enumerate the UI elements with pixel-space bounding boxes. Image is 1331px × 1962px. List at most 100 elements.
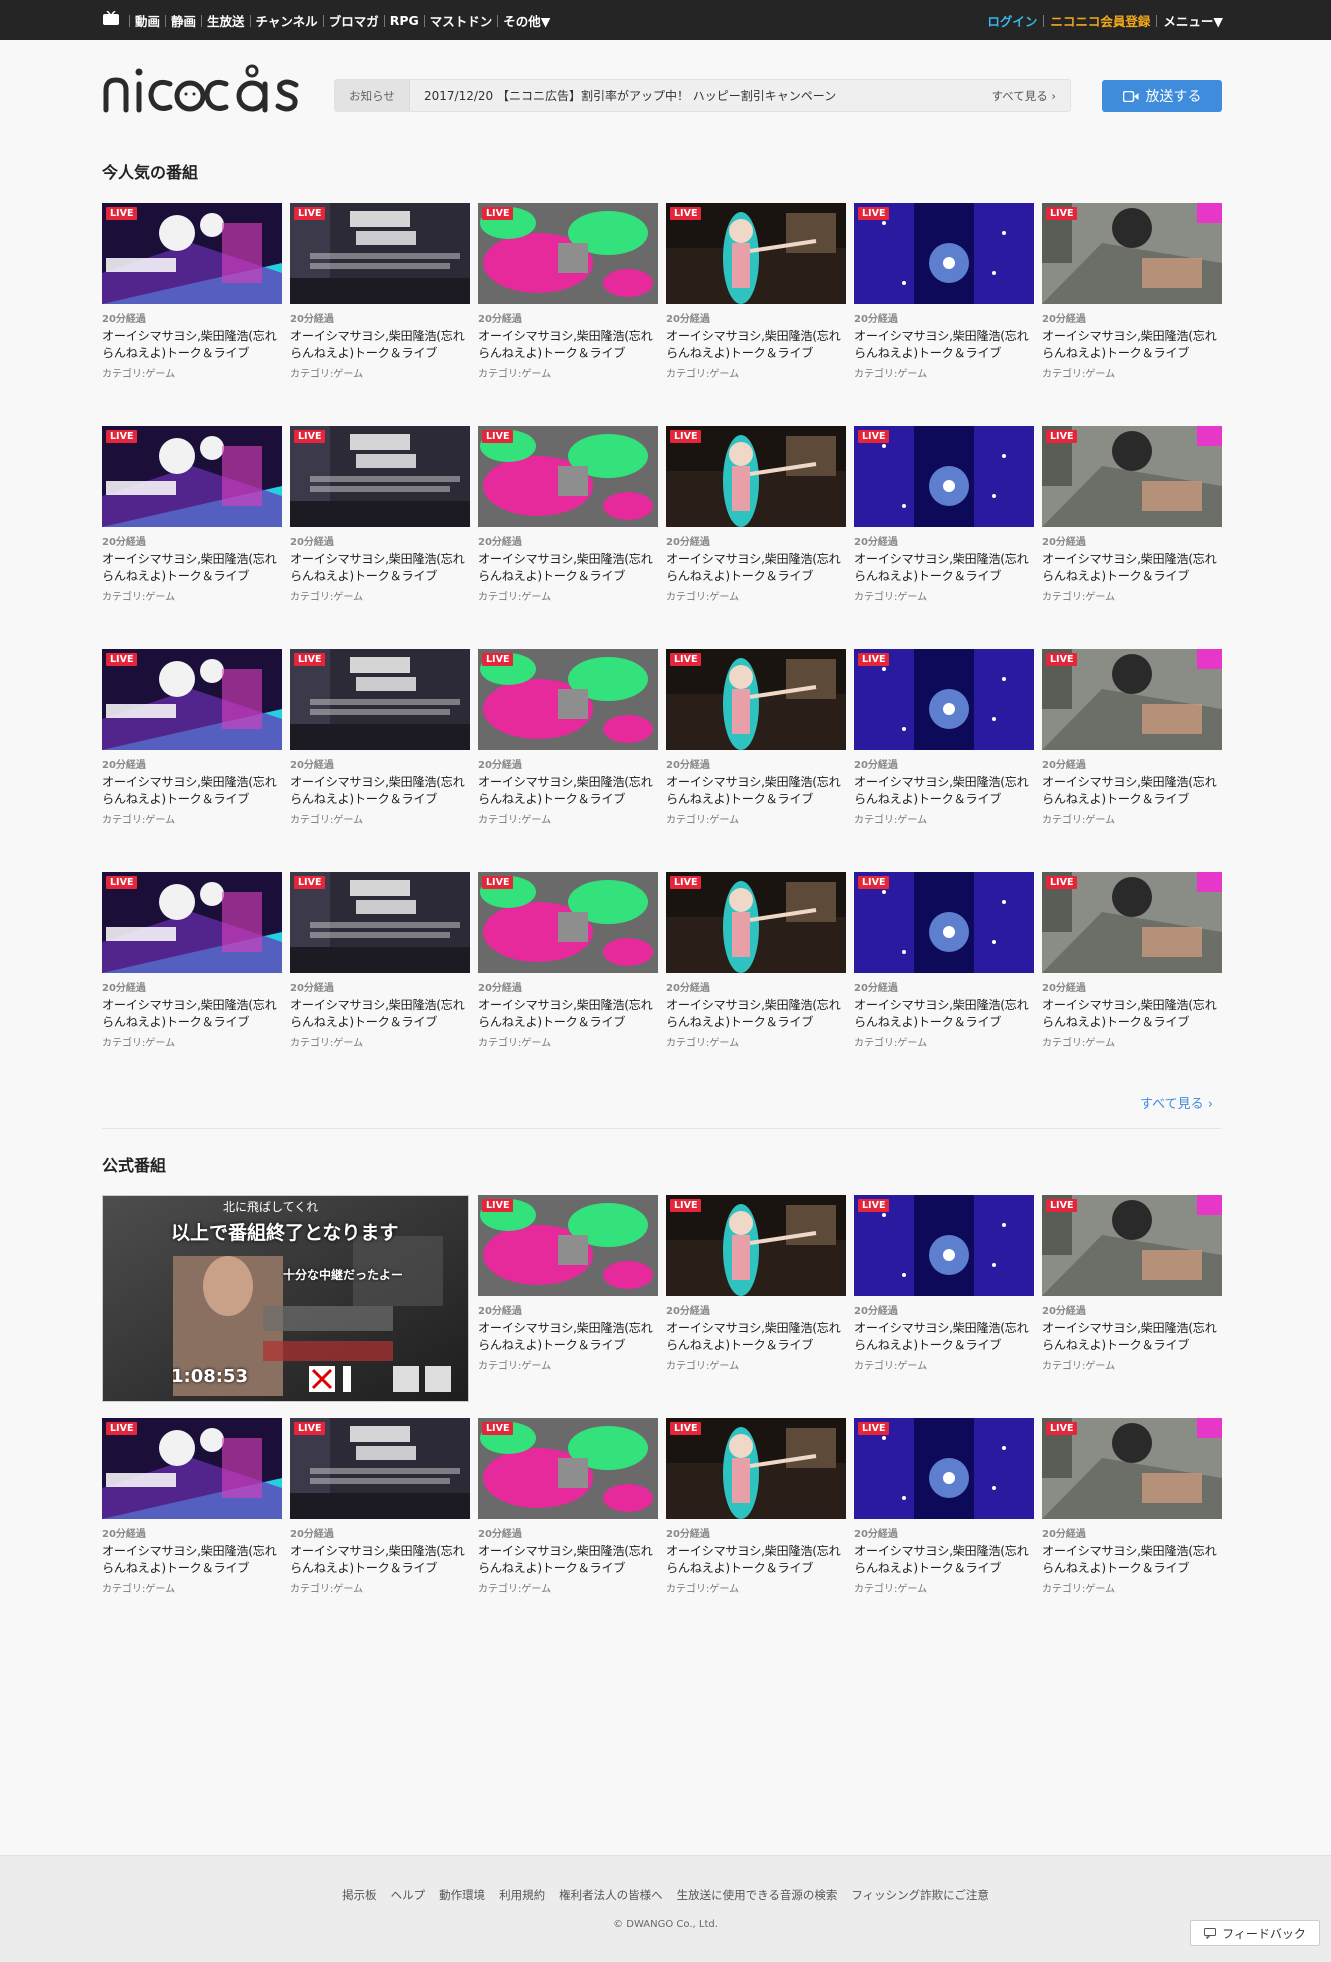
program-title[interactable]: オーイシマサヨシ,柴田隆浩(忘れらんねえよ)トーク＆ライブ	[290, 328, 470, 362]
program-thumbnail[interactable]: LIVE	[1042, 872, 1222, 973]
program-title[interactable]: オーイシマサヨシ,柴田隆浩(忘れらんねえよ)トーク＆ライブ	[478, 1543, 658, 1577]
program-card[interactable]: LIVE 20分経過 オーイシマサヨシ,柴田隆浩(忘れらんねえよ)トーク＆ライブ…	[1042, 1418, 1222, 1595]
program-thumbnail[interactable]: LIVE	[290, 872, 470, 973]
program-title[interactable]: オーイシマサヨシ,柴田隆浩(忘れらんねえよ)トーク＆ライブ	[854, 551, 1034, 585]
program-thumbnail[interactable]: LIVE	[1042, 203, 1222, 304]
program-thumbnail[interactable]: LIVE	[102, 203, 282, 304]
login-link[interactable]: ログイン	[987, 11, 1037, 30]
program-title[interactable]: オーイシマサヨシ,柴田隆浩(忘れらんねえよ)トーク＆ライブ	[102, 1543, 282, 1577]
program-thumbnail[interactable]: LIVE	[478, 1195, 658, 1296]
notice-bar[interactable]: お知らせ 2017/12/20 【ニコニ広告】割引率がアップ中！ ハッピー割引キ…	[334, 79, 1071, 112]
program-title[interactable]: オーイシマサヨシ,柴田隆浩(忘れらんねえよ)トーク＆ライブ	[478, 774, 658, 808]
program-card[interactable]: LIVE 20分経過 オーイシマサヨシ,柴田隆浩(忘れらんねえよ)トーク＆ライブ…	[854, 1195, 1034, 1372]
program-card[interactable]: LIVE 20分経過 オーイシマサヨシ,柴田隆浩(忘れらんねえよ)トーク＆ライブ…	[478, 1195, 658, 1372]
program-title[interactable]: オーイシマサヨシ,柴田隆浩(忘れらんねえよ)トーク＆ライブ	[1042, 328, 1222, 362]
program-title[interactable]: オーイシマサヨシ,柴田隆浩(忘れらんねえよ)トーク＆ライブ	[1042, 551, 1222, 585]
nicocas-logo[interactable]	[102, 62, 302, 114]
program-thumbnail[interactable]: LIVE	[666, 1195, 846, 1296]
program-card[interactable]: LIVE 20分経過 オーイシマサヨシ,柴田隆浩(忘れらんねえよ)トーク＆ライブ…	[290, 203, 470, 380]
program-thumbnail[interactable]: LIVE	[102, 649, 282, 750]
notice-message[interactable]: 2017/12/20 【ニコニ広告】割引率がアップ中！ ハッピー割引キャンペーン	[424, 87, 991, 104]
program-thumbnail[interactable]: LIVE	[102, 426, 282, 527]
program-card[interactable]: LIVE 20分経過 オーイシマサヨシ,柴田隆浩(忘れらんねえよ)トーク＆ライブ…	[478, 426, 658, 603]
nav-channel[interactable]: チャンネル	[256, 11, 318, 30]
program-thumbnail[interactable]: LIVE	[290, 1418, 470, 1519]
program-card[interactable]: LIVE 20分経過 オーイシマサヨシ,柴田隆浩(忘れらんねえよ)トーク＆ライブ…	[478, 203, 658, 380]
program-title[interactable]: オーイシマサヨシ,柴田隆浩(忘れらんねえよ)トーク＆ライブ	[102, 551, 282, 585]
program-title[interactable]: オーイシマサヨシ,柴田隆浩(忘れらんねえよ)トーク＆ライブ	[290, 774, 470, 808]
broadcast-button[interactable]: 放送する	[1102, 80, 1222, 112]
program-card[interactable]: LIVE 20分経過 オーイシマサヨシ,柴田隆浩(忘れらんねえよ)トーク＆ライブ…	[290, 649, 470, 826]
program-card[interactable]: LIVE 20分経過 オーイシマサヨシ,柴田隆浩(忘れらんねえよ)トーク＆ライブ…	[854, 872, 1034, 1049]
program-card[interactable]: LIVE 20分経過 オーイシマサヨシ,柴田隆浩(忘れらんねえよ)トーク＆ライブ…	[102, 426, 282, 603]
program-title[interactable]: オーイシマサヨシ,柴田隆浩(忘れらんねえよ)トーク＆ライブ	[666, 997, 846, 1031]
program-thumbnail[interactable]: LIVE	[102, 872, 282, 973]
program-title[interactable]: オーイシマサヨシ,柴田隆浩(忘れらんねえよ)トーク＆ライブ	[666, 774, 846, 808]
nav-mastodon[interactable]: マストドン	[430, 11, 493, 30]
program-title[interactable]: オーイシマサヨシ,柴田隆浩(忘れらんねえよ)トーク＆ライブ	[854, 1543, 1034, 1577]
niconico-tv-icon[interactable]	[102, 11, 120, 26]
program-thumbnail[interactable]: LIVE	[478, 872, 658, 973]
program-card[interactable]: LIVE 20分経過 オーイシマサヨシ,柴田隆浩(忘れらんねえよ)トーク＆ライブ…	[854, 1418, 1034, 1595]
program-title[interactable]: オーイシマサヨシ,柴田隆浩(忘れらんねえよ)トーク＆ライブ	[290, 551, 470, 585]
program-card[interactable]: LIVE 20分経過 オーイシマサヨシ,柴田隆浩(忘れらんねえよ)トーク＆ライブ…	[666, 1418, 846, 1595]
program-thumbnail[interactable]: LIVE	[666, 203, 846, 304]
program-card[interactable]: LIVE 20分経過 オーイシマサヨシ,柴田隆浩(忘れらんねえよ)トーク＆ライブ…	[854, 649, 1034, 826]
program-title[interactable]: オーイシマサヨシ,柴田隆浩(忘れらんねえよ)トーク＆ライブ	[478, 997, 658, 1031]
program-card[interactable]: LIVE 20分経過 オーイシマサヨシ,柴田隆浩(忘れらんねえよ)トーク＆ライブ…	[666, 203, 846, 380]
program-card[interactable]: LIVE 20分経過 オーイシマサヨシ,柴田隆浩(忘れらんねえよ)トーク＆ライブ…	[102, 1418, 282, 1595]
footer-link-environment[interactable]: 動作環境	[439, 1887, 485, 1903]
program-title[interactable]: オーイシマサヨシ,柴田隆浩(忘れらんねえよ)トーク＆ライブ	[1042, 774, 1222, 808]
program-card[interactable]: LIVE 20分経過 オーイシマサヨシ,柴田隆浩(忘れらんねえよ)トーク＆ライブ…	[478, 872, 658, 1049]
program-title[interactable]: オーイシマサヨシ,柴田隆浩(忘れらんねえよ)トーク＆ライブ	[666, 1320, 846, 1354]
program-title[interactable]: オーイシマサヨシ,柴田隆浩(忘れらんねえよ)トーク＆ライブ	[102, 328, 282, 362]
program-title[interactable]: オーイシマサヨシ,柴田隆浩(忘れらんねえよ)トーク＆ライブ	[290, 997, 470, 1031]
nav-rpg[interactable]: RPG	[390, 13, 419, 28]
footer-link-rights-holders[interactable]: 権利者法人の皆様へ	[559, 1887, 663, 1903]
program-title[interactable]: オーイシマサヨシ,柴田隆浩(忘れらんねえよ)トーク＆ライブ	[290, 1543, 470, 1577]
footer-link-bbs[interactable]: 掲示板	[342, 1887, 377, 1903]
program-thumbnail[interactable]: LIVE	[1042, 426, 1222, 527]
program-title[interactable]: オーイシマサヨシ,柴田隆浩(忘れらんねえよ)トーク＆ライブ	[102, 774, 282, 808]
program-thumbnail[interactable]: LIVE	[854, 426, 1034, 527]
program-title[interactable]: オーイシマサヨシ,柴田隆浩(忘れらんねえよ)トーク＆ライブ	[478, 551, 658, 585]
program-thumbnail[interactable]: LIVE	[1042, 1418, 1222, 1519]
program-card[interactable]: LIVE 20分経過 オーイシマサヨシ,柴田隆浩(忘れらんねえよ)トーク＆ライブ…	[666, 872, 846, 1049]
program-title[interactable]: オーイシマサヨシ,柴田隆浩(忘れらんねえよ)トーク＆ライブ	[1042, 997, 1222, 1031]
program-title[interactable]: オーイシマサヨシ,柴田隆浩(忘れらんねえよ)トーク＆ライブ	[854, 328, 1034, 362]
program-thumbnail[interactable]: LIVE	[1042, 649, 1222, 750]
program-thumbnail[interactable]: LIVE	[478, 649, 658, 750]
program-card[interactable]: LIVE 20分経過 オーイシマサヨシ,柴田隆浩(忘れらんねえよ)トーク＆ライブ…	[1042, 203, 1222, 380]
program-thumbnail[interactable]: LIVE	[478, 203, 658, 304]
program-thumbnail[interactable]: LIVE	[102, 1418, 282, 1519]
register-link[interactable]: ニコニコ会員登録	[1050, 11, 1150, 30]
program-thumbnail[interactable]: LIVE	[666, 872, 846, 973]
footer-link-help[interactable]: ヘルプ	[391, 1887, 426, 1903]
notice-see-all[interactable]: すべて見る ›	[991, 88, 1056, 104]
program-card[interactable]: LIVE 20分経過 オーイシマサヨシ,柴田隆浩(忘れらんねえよ)トーク＆ライブ…	[478, 1418, 658, 1595]
program-title[interactable]: オーイシマサヨシ,柴田隆浩(忘れらんねえよ)トーク＆ライブ	[854, 1320, 1034, 1354]
program-title[interactable]: オーイシマサヨシ,柴田隆浩(忘れらんねえよ)トーク＆ライブ	[1042, 1543, 1222, 1577]
program-thumbnail[interactable]: LIVE	[854, 649, 1034, 750]
program-card[interactable]: LIVE 20分経過 オーイシマサヨシ,柴田隆浩(忘れらんねえよ)トーク＆ライブ…	[290, 872, 470, 1049]
program-thumbnail[interactable]: LIVE	[666, 426, 846, 527]
nav-seiga[interactable]: 静画	[171, 11, 196, 30]
program-title[interactable]: オーイシマサヨシ,柴田隆浩(忘れらんねえよ)トーク＆ライブ	[666, 1543, 846, 1577]
program-card[interactable]: LIVE 20分経過 オーイシマサヨシ,柴田隆浩(忘れらんねえよ)トーク＆ライブ…	[290, 1418, 470, 1595]
program-card[interactable]: LIVE 20分経過 オーイシマサヨシ,柴田隆浩(忘れらんねえよ)トーク＆ライブ…	[102, 203, 282, 380]
program-card[interactable]: LIVE 20分経過 オーイシマサヨシ,柴田隆浩(忘れらんねえよ)トーク＆ライブ…	[102, 872, 282, 1049]
program-thumbnail[interactable]: LIVE	[854, 872, 1034, 973]
program-thumbnail[interactable]: LIVE	[478, 426, 658, 527]
footer-link-terms[interactable]: 利用規約	[499, 1887, 545, 1903]
program-thumbnail[interactable]: LIVE	[854, 1195, 1034, 1296]
program-title[interactable]: オーイシマサヨシ,柴田隆浩(忘れらんねえよ)トーク＆ライブ	[666, 551, 846, 585]
program-thumbnail[interactable]: LIVE	[290, 203, 470, 304]
program-card[interactable]: LIVE 20分経過 オーイシマサヨシ,柴田隆浩(忘れらんねえよ)トーク＆ライブ…	[1042, 1195, 1222, 1372]
program-thumbnail[interactable]: LIVE	[666, 1418, 846, 1519]
program-card[interactable]: LIVE 20分経過 オーイシマサヨシ,柴田隆浩(忘れらんねえよ)トーク＆ライブ…	[102, 649, 282, 826]
program-thumbnail[interactable]: LIVE	[854, 203, 1034, 304]
program-thumbnail[interactable]: LIVE	[854, 1418, 1034, 1519]
featured-official-program[interactable]: 北に飛ばしてくれ 以上で番組終了となります 十分な中継だったよー 1:08:53	[102, 1195, 469, 1402]
program-thumbnail[interactable]: LIVE	[1042, 1195, 1222, 1296]
program-card[interactable]: LIVE 20分経過 オーイシマサヨシ,柴田隆浩(忘れらんねえよ)トーク＆ライブ…	[478, 649, 658, 826]
